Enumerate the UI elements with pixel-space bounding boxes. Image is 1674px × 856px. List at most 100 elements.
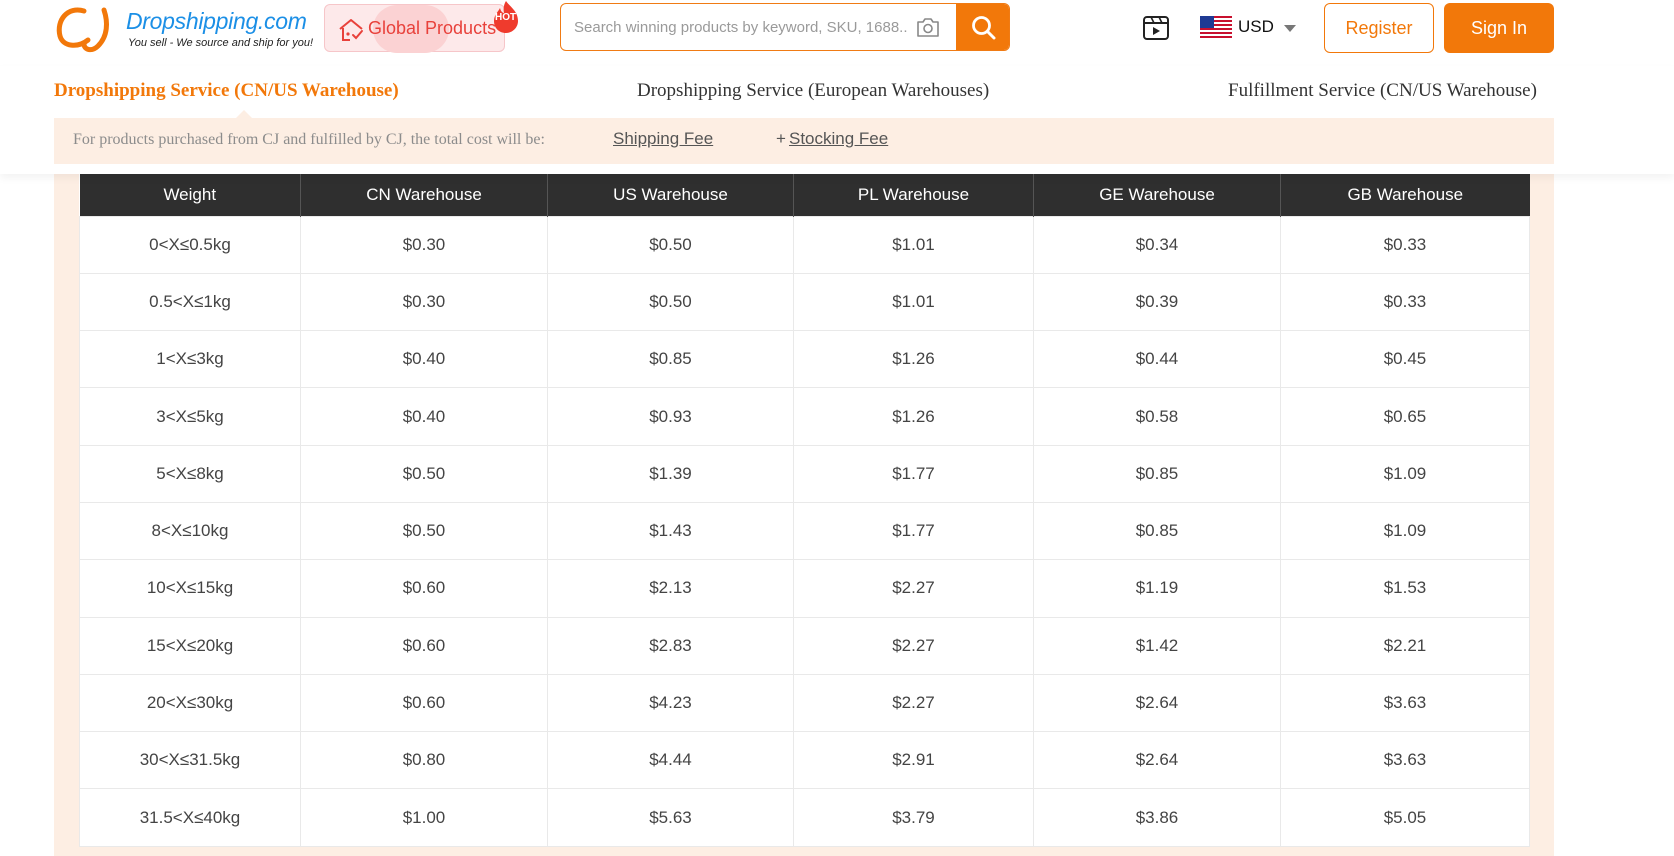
cell-ge-warehouse: $0.58 [1033,387,1281,446]
search-button[interactable] [956,4,1009,50]
table-header-row: Weight CN Warehouse US Warehouse PL Ware… [79,168,1530,216]
column-header-weight: Weight [79,168,301,216]
cell-ge-warehouse: $1.19 [1033,559,1281,618]
cell-gb-warehouse: $1.09 [1280,444,1530,503]
cell-ge-warehouse: $3.86 [1033,788,1281,847]
cell-pl-warehouse: $2.27 [793,673,1034,733]
table-row: 15<X≤20kg $0.60 $2.83 $2.27 $1.42 $2.21 [79,616,1530,675]
cell-us-warehouse: $4.23 [547,673,794,733]
tab-dropshipping-european[interactable]: Dropshipping Service (European Warehouse… [637,80,989,102]
cell-us-warehouse: $1.43 [547,501,794,561]
cell-pl-warehouse: $2.91 [793,731,1034,790]
cell-us-warehouse: $0.50 [547,215,794,274]
cell-ge-warehouse: $0.34 [1033,215,1281,274]
shipping-fee-link[interactable]: Shipping Fee [613,129,713,149]
cell-pl-warehouse: $1.77 [793,444,1034,503]
cell-us-warehouse: $0.85 [547,330,794,389]
cell-pl-warehouse: $1.26 [793,387,1034,446]
cell-cn-warehouse: $0.30 [300,272,548,332]
cell-us-warehouse: $1.39 [547,444,794,503]
cell-cn-warehouse: $0.60 [300,673,548,733]
cell-us-warehouse: $2.83 [547,616,794,675]
cell-us-warehouse: $2.13 [547,559,794,618]
cell-weight: 15<X≤20kg [79,616,301,675]
search-input[interactable] [561,4,956,50]
cell-weight: 8<X≤10kg [79,501,301,561]
table-row: 30<X≤31.5kg $0.80 $4.44 $2.91 $2.64 $3.63 [79,731,1530,790]
column-header-pl-warehouse: PL Warehouse [793,168,1034,216]
cell-ge-warehouse: $0.44 [1033,330,1281,389]
tab-dropshipping-cn-us[interactable]: Dropshipping Service (CN/US Warehouse) [54,80,399,102]
tab-fulfillment-cn-us[interactable]: Fulfillment Service (CN/US Warehouse) [1228,80,1537,102]
hot-badge: HOT [489,0,523,34]
cell-gb-warehouse: $1.53 [1280,559,1530,618]
cell-pl-warehouse: $3.79 [793,788,1034,847]
cell-weight: 0.5<X≤1kg [79,272,301,332]
cell-pl-warehouse: $1.26 [793,330,1034,389]
home-check-icon [339,19,363,41]
cj-dropshipping-logo[interactable]: Dropshipping.com You sell - We source an… [54,2,313,54]
cell-cn-warehouse: $0.30 [300,215,548,274]
cell-weight: 30<X≤31.5kg [79,731,301,790]
cell-gb-warehouse: $0.65 [1280,387,1530,446]
cost-notice-banner: For products purchased from CJ and fulfi… [54,118,1554,164]
register-button[interactable]: Register [1324,3,1434,53]
cell-cn-warehouse: $0.40 [300,387,548,446]
table-row: 1<X≤3kg $0.40 $0.85 $1.26 $0.44 $0.45 [79,330,1530,389]
camera-icon[interactable] [916,16,940,38]
table-row: 3<X≤5kg $0.40 $0.93 $1.26 $0.58 $0.65 [79,387,1530,446]
cell-cn-warehouse: $0.50 [300,444,548,503]
cell-us-warehouse: $5.63 [547,788,794,847]
table-body: 0<X≤0.5kg $0.30 $0.50 $1.01 $0.34 $0.33 0.5<X≤… [79,215,1530,847]
cell-gb-warehouse: $3.63 [1280,731,1530,790]
table-row: 31.5<X≤40kg $1.00 $5.63 $3.79 $3.86 $5.05 [79,788,1530,847]
cell-gb-warehouse: $3.63 [1280,673,1530,733]
cell-pl-warehouse: $2.27 [793,559,1034,618]
cell-cn-warehouse: $1.00 [300,788,548,847]
column-header-ge-warehouse: GE Warehouse [1033,168,1281,216]
search-icon [972,16,996,40]
hot-badge-text: HOT [495,12,517,23]
currency-selector[interactable]: USD [1200,12,1300,42]
table-row: 5<X≤8kg $0.50 $1.39 $1.77 $0.85 $1.09 [79,444,1530,503]
cell-cn-warehouse: $0.40 [300,330,548,389]
top-navigation-bar: Dropshipping.com You sell - We source an… [0,0,1674,66]
search-bar [560,3,1010,51]
cell-gb-warehouse: $0.45 [1280,330,1530,389]
global-products-label: Global Products [368,18,497,38]
video-icon[interactable] [1142,14,1170,41]
cell-ge-warehouse: $2.64 [1033,673,1281,733]
stocking-fee-table: Weight CN Warehouse US Warehouse PL Ware… [79,168,1530,847]
cell-cn-warehouse: $0.60 [300,559,548,618]
cell-us-warehouse: $4.44 [547,731,794,790]
column-header-us-warehouse: US Warehouse [547,168,794,216]
cell-cn-warehouse: $0.80 [300,731,548,790]
cell-weight: 5<X≤8kg [79,444,301,503]
cell-ge-warehouse: $0.85 [1033,501,1281,561]
cell-weight: 31.5<X≤40kg [79,788,301,847]
service-tabs-section: Dropshipping Service (CN/US Warehouse) D… [0,66,1674,174]
cell-us-warehouse: $0.93 [547,387,794,446]
cell-gb-warehouse: $0.33 [1280,215,1530,274]
cell-weight: 10<X≤15kg [79,559,301,618]
table-row: 8<X≤10kg $0.50 $1.43 $1.77 $0.85 $1.09 [79,501,1530,561]
cell-ge-warehouse: $1.42 [1033,616,1281,675]
cell-us-warehouse: $0.50 [547,272,794,332]
cell-pl-warehouse: $1.77 [793,501,1034,561]
cell-weight: 20<X≤30kg [79,673,301,733]
cell-weight: 0<X≤0.5kg [79,215,301,274]
stocking-fee-link[interactable]: Stocking Fee [789,129,888,149]
column-header-gb-warehouse: GB Warehouse [1280,168,1530,216]
table-row: 20<X≤30kg $0.60 $4.23 $2.27 $2.64 $3.63 [79,673,1530,733]
cell-pl-warehouse: $1.01 [793,215,1034,274]
plus-sign: + [776,129,786,148]
global-products-button[interactable]: Global Products [324,4,505,53]
cell-ge-warehouse: $0.39 [1033,272,1281,332]
table-row: 0<X≤0.5kg $0.30 $0.50 $1.01 $0.34 $0.33 [79,215,1530,274]
currency-code: USD [1238,17,1274,36]
cell-gb-warehouse: $1.09 [1280,501,1530,561]
table-row: 0.5<X≤1kg $0.30 $0.50 $1.01 $0.39 $0.33 [79,272,1530,332]
cell-gb-warehouse: $0.33 [1280,272,1530,332]
sign-in-button[interactable]: Sign In [1444,3,1554,53]
cell-ge-warehouse: $2.64 [1033,731,1281,790]
